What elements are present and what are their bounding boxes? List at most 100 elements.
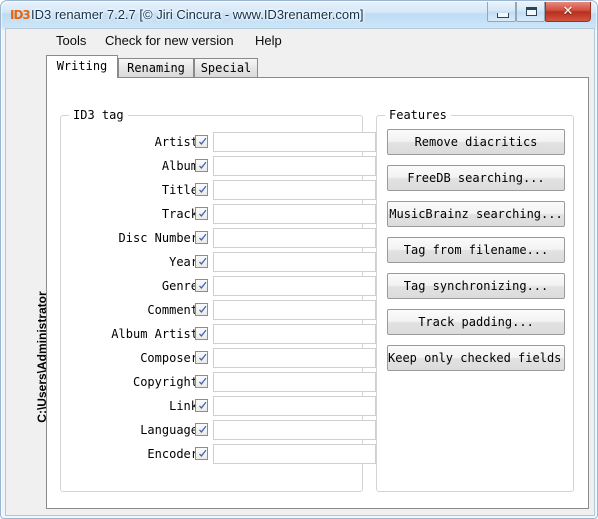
- checkmark-icon: [199, 450, 207, 457]
- id3-field-input[interactable]: [213, 396, 376, 416]
- id3-field-checkbox[interactable]: [195, 183, 208, 196]
- tab-strip: Writing Renaming Special: [46, 55, 589, 78]
- id3-field-checkbox[interactable]: [195, 159, 208, 172]
- id3-field-checkbox[interactable]: [195, 399, 208, 412]
- id3-tag-group: ID3 tag Artist Album Title Track Disc Number…: [60, 108, 376, 492]
- checkmark-icon: [199, 210, 207, 217]
- id3-field-row: Language: [61, 420, 376, 442]
- checkmark-icon: [199, 258, 207, 265]
- id3-field-label: Title: [161, 183, 198, 197]
- id3-field-row: Composer: [61, 348, 376, 370]
- id3-field-label: Link: [169, 399, 198, 413]
- window-title: ID3 renamer 7.2.7 [© Jiri Cincura - www.…: [31, 7, 364, 22]
- id3-field-input[interactable]: [213, 132, 376, 152]
- id3-field-input[interactable]: [213, 444, 376, 464]
- tab-writing[interactable]: Writing: [46, 55, 118, 78]
- id3-field-label: Album: [161, 159, 198, 173]
- checkmark-icon: [199, 138, 207, 145]
- id3-field-input[interactable]: [213, 324, 376, 344]
- menu-item-tools[interactable]: Tools: [50, 32, 92, 50]
- id3-field-row: Genre: [61, 276, 376, 298]
- maximize-icon: [526, 7, 537, 16]
- id3-field-checkbox[interactable]: [195, 351, 208, 364]
- id3-field-checkbox[interactable]: [195, 231, 208, 244]
- id3-field-label: Artist: [154, 135, 198, 149]
- id3-field-checkbox[interactable]: [195, 207, 208, 220]
- feature-button[interactable]: Keep only checked fields in: [387, 345, 565, 371]
- checkmark-icon: [199, 402, 207, 409]
- id3-field-input[interactable]: [213, 348, 376, 368]
- id3-field-label: Disc Number: [118, 231, 198, 245]
- feature-button[interactable]: Track padding...: [387, 309, 565, 335]
- id3-field-input[interactable]: [213, 372, 376, 392]
- id3-field-checkbox[interactable]: [195, 303, 208, 316]
- id3-field-checkbox[interactable]: [195, 447, 208, 460]
- checkmark-icon: [199, 186, 207, 193]
- checkmark-icon: [199, 234, 207, 241]
- checkmark-icon: [199, 426, 207, 433]
- id3-field-label: Language: [140, 423, 198, 437]
- id3-tag-group-title: ID3 tag: [69, 108, 128, 122]
- id3-field-input[interactable]: [213, 228, 376, 248]
- id3-field-row: Title: [61, 180, 376, 202]
- app-icon: ID3: [10, 8, 31, 22]
- checkmark-icon: [199, 330, 207, 337]
- features-group: Features Remove diacritics FreeDB searchi…: [376, 108, 574, 492]
- id3-field-checkbox[interactable]: [195, 255, 208, 268]
- id3-field-input[interactable]: [213, 204, 376, 224]
- maximize-button[interactable]: [516, 2, 545, 22]
- minimize-icon: [497, 13, 509, 18]
- id3-field-row: Comment: [61, 300, 376, 322]
- features-group-title: Features: [385, 108, 451, 122]
- feature-button[interactable]: MusicBrainz searching...: [387, 201, 565, 227]
- feature-button[interactable]: Remove diacritics: [387, 129, 565, 155]
- id3-field-input[interactable]: [213, 276, 376, 296]
- id3-field-label: Copyright: [132, 375, 198, 389]
- checkmark-icon: [199, 162, 207, 169]
- id3-field-row: Copyright: [61, 372, 376, 394]
- feature-button[interactable]: Tag synchronizing...: [387, 273, 565, 299]
- menu-bar: Tools Check for new version Help: [6, 29, 594, 53]
- checkmark-icon: [199, 378, 207, 385]
- id3-field-row: Disc Number: [61, 228, 376, 250]
- minimize-button[interactable]: [487, 2, 516, 22]
- close-button[interactable]: ✕: [545, 2, 591, 22]
- application-window: ID3 ID3 renamer 7.2.7 [© Jiri Cincura - …: [0, 0, 598, 519]
- id3-field-input[interactable]: [213, 180, 376, 200]
- id3-field-row: Link: [61, 396, 376, 418]
- id3-field-input[interactable]: [213, 300, 376, 320]
- id3-field-label: Genre: [161, 279, 198, 293]
- checkmark-icon: [199, 354, 207, 361]
- id3-field-checkbox[interactable]: [195, 279, 208, 292]
- id3-field-input[interactable]: [213, 156, 376, 176]
- tab-page-writing: ID3 tag Artist Album Title Track Disc Number…: [46, 77, 589, 509]
- feature-button[interactable]: Tag from filename...: [387, 237, 565, 263]
- id3-field-input[interactable]: [213, 420, 376, 440]
- menu-item-help[interactable]: Help: [249, 32, 288, 50]
- id3-field-label: Comment: [147, 303, 198, 317]
- id3-field-row: Year: [61, 252, 376, 274]
- id3-field-row: Album: [61, 156, 376, 178]
- tab-special[interactable]: Special: [194, 58, 258, 77]
- checkmark-icon: [199, 282, 207, 289]
- id3-field-checkbox[interactable]: [195, 423, 208, 436]
- id3-field-label: Year: [169, 255, 198, 269]
- id3-field-checkbox[interactable]: [195, 135, 208, 148]
- id3-field-checkbox[interactable]: [195, 327, 208, 340]
- id3-field-row: Album Artist: [61, 324, 376, 346]
- id3-field-checkbox[interactable]: [195, 375, 208, 388]
- menu-item-check-for-new-version[interactable]: Check for new version: [99, 32, 240, 50]
- id3-field-row: Encoder: [61, 444, 376, 466]
- id3-field-row: Artist: [61, 132, 376, 154]
- id3-field-label: Composer: [140, 351, 198, 365]
- id3-field-input[interactable]: [213, 252, 376, 272]
- id3-field-row: Track: [61, 204, 376, 226]
- feature-button[interactable]: FreeDB searching...: [387, 165, 565, 191]
- title-bar: ID3 ID3 renamer 7.2.7 [© Jiri Cincura - …: [1, 1, 597, 28]
- id3-field-label: Encoder: [147, 447, 198, 461]
- client-area: Tools Check for new version Help C:\User…: [5, 28, 595, 516]
- tab-renaming[interactable]: Renaming: [118, 58, 194, 77]
- close-icon: ✕: [562, 4, 574, 19]
- checkmark-icon: [199, 306, 207, 313]
- id3-field-label: Album Artist: [111, 327, 198, 341]
